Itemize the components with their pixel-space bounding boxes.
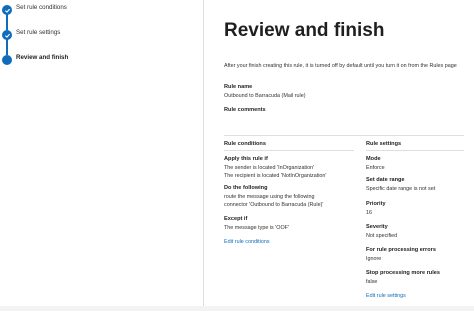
except-if-label: Except if xyxy=(224,216,248,222)
current-step-dot-icon xyxy=(2,55,12,65)
column-divider xyxy=(224,150,354,151)
column-divider xyxy=(366,150,464,151)
action-line: route the message using the following xyxy=(224,194,315,200)
apply-if-label: Apply this rule if xyxy=(224,156,268,162)
review-panel: Review and finish After your finish crea… xyxy=(204,0,474,311)
condition-line: The recipient is located 'NotInOrganizat… xyxy=(224,173,327,179)
checkmark-icon xyxy=(2,30,12,40)
priority-label: Priority xyxy=(366,201,386,207)
step-label: Set rule conditions xyxy=(16,4,67,11)
edit-rule-conditions-link[interactable]: Edit rule conditions xyxy=(224,239,270,245)
edit-rule-settings-link[interactable]: Edit rule settings xyxy=(366,293,406,299)
step-label: Review and finish xyxy=(16,54,69,61)
priority-value: 16 xyxy=(366,210,372,216)
step-connector xyxy=(6,38,8,55)
rule-settings-header: Rule settings xyxy=(366,141,402,147)
mode-value: Enforce xyxy=(366,165,385,171)
step-connector xyxy=(6,13,8,30)
action-line: connector 'Outbound to Barracuda (Rule)' xyxy=(224,202,324,208)
do-following-label: Do the following xyxy=(224,185,268,191)
date-range-label: Set date range xyxy=(366,177,405,183)
intro-text: After your finish creating this rule, it… xyxy=(224,63,457,69)
condition-line: The sender is located 'InOrganization' xyxy=(224,165,315,171)
processing-errors-label: For rule processing errors xyxy=(366,247,436,253)
stop-processing-label: Stop processing more rules xyxy=(366,270,440,276)
section-divider xyxy=(224,135,464,136)
bottom-strip xyxy=(0,306,474,311)
stop-processing-value: false xyxy=(366,279,378,285)
rule-conditions-header: Rule conditions xyxy=(224,141,266,147)
rule-name-label: Rule name xyxy=(224,84,253,90)
wizard-steps-panel: Set rule conditions Set rule settings Re… xyxy=(0,0,203,311)
severity-label: Severity xyxy=(366,224,388,230)
exception-line: The message type is 'OOF' xyxy=(224,225,289,231)
severity-value: Not specified xyxy=(366,233,398,239)
step-label: Set rule settings xyxy=(16,29,61,36)
rule-comments-label: Rule comments xyxy=(224,107,266,113)
checkmark-icon xyxy=(2,5,12,15)
rule-name-value: Outbound to Barracuda (Mail rule) xyxy=(224,93,306,99)
date-range-value: Specific date range is not set xyxy=(366,186,436,192)
mode-label: Mode xyxy=(366,156,381,162)
processing-errors-value: Ignore xyxy=(366,256,382,262)
page-title: Review and finish xyxy=(224,20,385,41)
